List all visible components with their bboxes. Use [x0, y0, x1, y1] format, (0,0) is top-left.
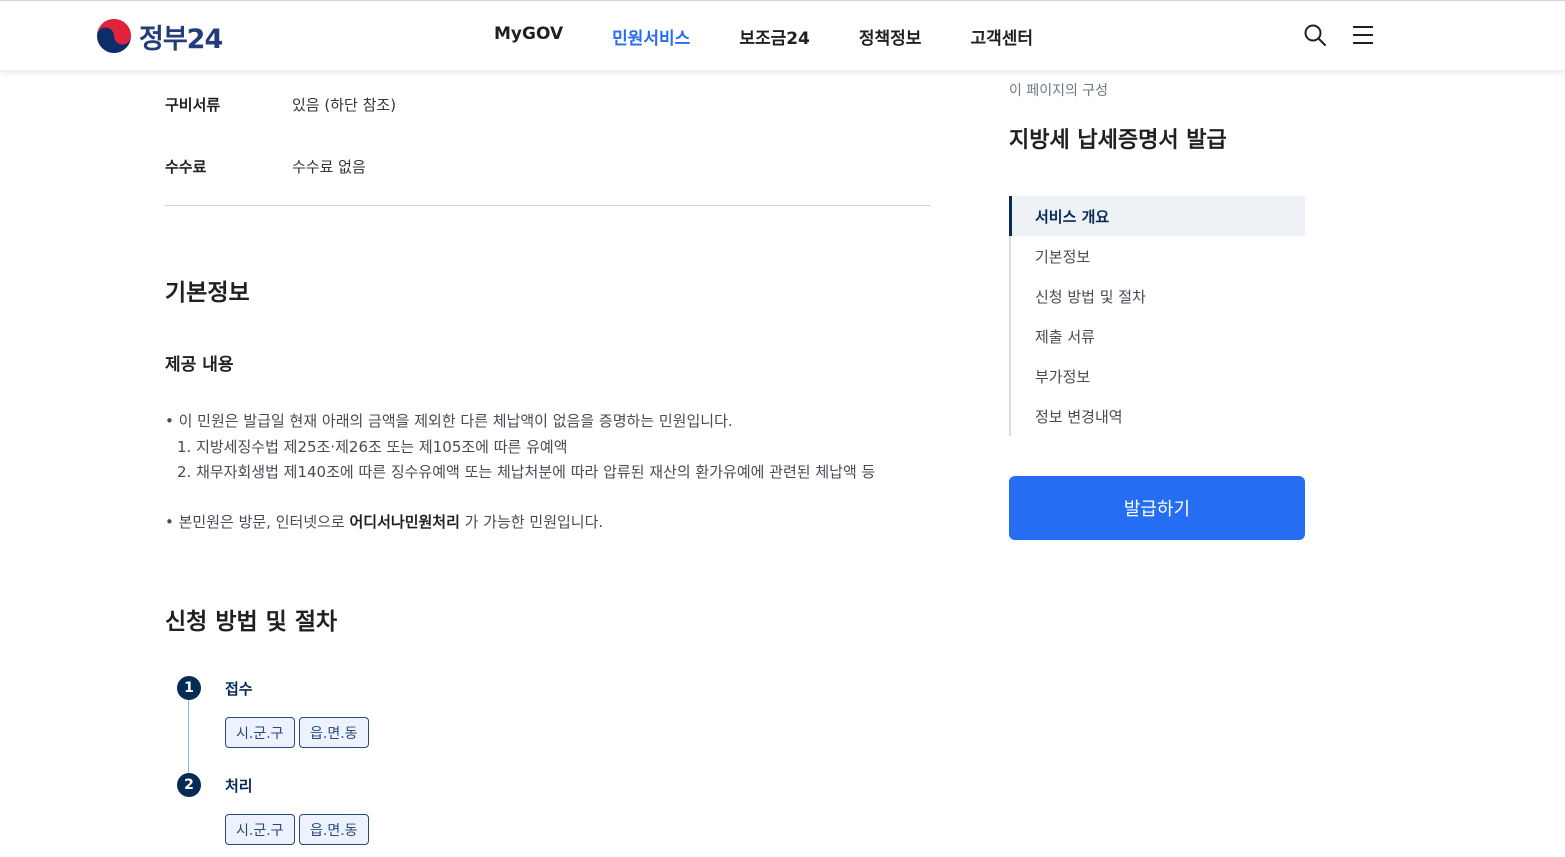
- toc-item-documents[interactable]: 제출 서류: [1011, 316, 1307, 356]
- step-connector: [188, 700, 189, 780]
- availability-bullet: • 본민원은 방문, 인터넷으로 어디서나민원처리 가 가능한 민원입니다.: [165, 511, 603, 532]
- step-title: 처리: [225, 777, 253, 795]
- toc-item-procedure[interactable]: 신청 방법 및 절차: [1011, 276, 1307, 316]
- agency-chip[interactable]: 시.군.구: [225, 717, 295, 748]
- step-number: 2: [177, 773, 201, 797]
- menu-icon[interactable]: [1351, 23, 1375, 47]
- logo-text: 정부24: [139, 23, 223, 55]
- availability-text-end: 가 가능한 민원입니다.: [459, 513, 604, 531]
- agency-chip[interactable]: 읍.면.동: [299, 717, 369, 748]
- agency-chip[interactable]: 시.군.구: [225, 814, 295, 845]
- nav-customer-center[interactable]: 고객센터: [970, 24, 1033, 49]
- info-value: 있음 (하단 참조): [292, 96, 397, 114]
- table-of-contents: 서비스 개요 기본정보 신청 방법 및 절차 제출 서류 부가정보 정보 변경내…: [1009, 196, 1305, 436]
- step-number: 1: [177, 676, 201, 700]
- availability-text: • 본민원은 방문, 인터넷으로: [165, 513, 350, 531]
- info-label: 구비서류: [165, 96, 221, 114]
- description-bullet: • 이 민원은 발급일 현재 아래의 금액을 제외한 다른 체납액이 없음을 증…: [165, 412, 733, 430]
- page-title: 지방세 납세증명서 발급: [1009, 128, 1227, 153]
- toc-item-additional-info[interactable]: 부가정보: [1011, 356, 1307, 396]
- site-header: 정부24 MyGOV 민원서비스 보조금24 정책정보 고객센터: [0, 0, 1565, 70]
- nav-subsidy24[interactable]: 보조금24: [739, 24, 810, 49]
- procedure-heading: 신청 방법 및 절차: [165, 609, 338, 635]
- description-item: 1. 지방세징수법 제25조·제26조 또는 제105조에 따른 유예액: [177, 438, 568, 456]
- issue-button[interactable]: 발급하기: [1009, 476, 1305, 540]
- taegeuk-logo-icon: [97, 19, 131, 53]
- provided-content-heading: 제공 내용: [165, 355, 234, 375]
- site-logo[interactable]: 정부24: [95, 17, 223, 55]
- agency-chip[interactable]: 읍.면.동: [299, 814, 369, 845]
- anywhere-processing-text: 어디서나민원처리: [349, 513, 460, 531]
- description-item: 2. 채무자회생법 제140조에 따른 징수유예액 또는 체납처분에 따라 압류…: [177, 463, 876, 481]
- page-structure-caption: 이 페이지의 구성: [1009, 83, 1109, 99]
- search-icon[interactable]: [1303, 23, 1327, 47]
- toc-item-basic-info[interactable]: 기본정보: [1011, 236, 1307, 276]
- nav-mygov[interactable]: MyGOV: [494, 24, 563, 49]
- nav-civil-service[interactable]: 민원서비스: [612, 24, 690, 49]
- toc-item-change-history[interactable]: 정보 변경내역: [1011, 396, 1307, 436]
- toc-item-overview[interactable]: 서비스 개요: [1009, 196, 1305, 236]
- section-divider: [165, 205, 930, 206]
- basic-info-heading: 기본정보: [165, 280, 250, 306]
- info-label: 수수료: [165, 158, 207, 176]
- step-title: 접수: [225, 680, 253, 698]
- main-nav: MyGOV 민원서비스 보조금24 정책정보 고객센터: [494, 24, 1082, 49]
- info-value: 수수료 없음: [292, 158, 366, 176]
- nav-policy-info[interactable]: 정책정보: [859, 24, 922, 49]
